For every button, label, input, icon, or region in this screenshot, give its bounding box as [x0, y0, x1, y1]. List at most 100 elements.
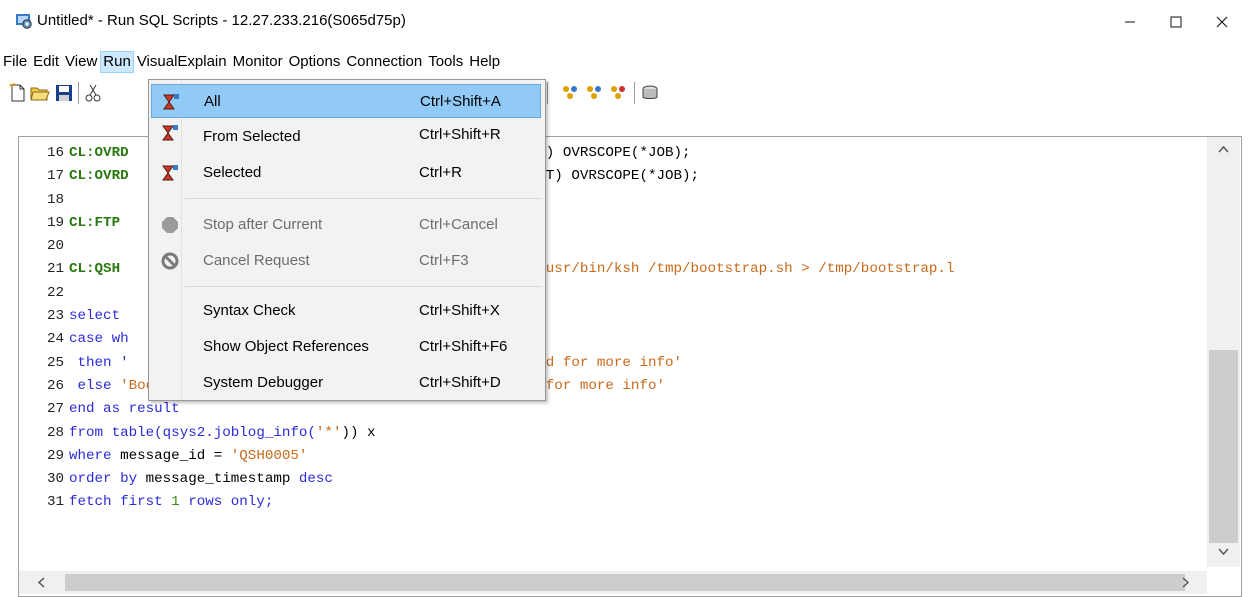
code-token: select — [69, 308, 121, 325]
menu-item-system-debugger[interactable]: System Debugger Ctrl+Shift+D — [151, 366, 541, 400]
app-icon — [16, 14, 32, 29]
code-line: 27 end as result — [19, 398, 954, 421]
toolbar-separator — [78, 82, 79, 104]
maximize-button[interactable] — [1153, 0, 1199, 44]
line-text: from table(qsys2.joblog_info('*')) x — [69, 422, 376, 445]
code-token: )) x — [341, 424, 376, 441]
menu-separator — [185, 286, 541, 287]
line-number: 30 — [46, 471, 64, 488]
code-token: rows only; — [179, 494, 274, 511]
horizontal-scrollbar[interactable] — [19, 571, 1207, 594]
code-token: '*' — [315, 424, 342, 441]
line-text: select — [69, 305, 120, 328]
menu-run[interactable]: Run — [100, 51, 134, 73]
code-token: message_timestamp — [145, 471, 299, 488]
scroll-up-icon[interactable] — [1218, 145, 1229, 153]
menu-item-selected[interactable]: Selected Ctrl+R — [151, 156, 541, 190]
menu-separator — [185, 198, 541, 199]
menu-item-syntax-check[interactable]: Syntax Check Ctrl+Shift+X — [151, 294, 541, 328]
visual-explain-icon[interactable] — [561, 83, 581, 103]
code-line: 30 order by message_timestamp desc — [19, 468, 954, 491]
code-token: then ' — [69, 354, 129, 371]
code-token: message_id = — [120, 447, 231, 464]
code-token: case wh — [69, 331, 129, 348]
menu-item-from-selected[interactable]: From Selected Ctrl+Shift+R — [151, 120, 541, 154]
code-token: fetch first — [69, 494, 172, 511]
menu-edit[interactable]: Edit — [30, 51, 62, 73]
line-number: 16 — [46, 145, 64, 161]
close-icon — [1216, 16, 1228, 28]
code-line: 28 from table(qsys2.joblog_info('*')) x — [19, 422, 954, 445]
scroll-right-icon[interactable] — [1182, 577, 1190, 588]
menu-item-cancel-request[interactable]: Cancel Request Ctrl+F3 — [151, 244, 541, 278]
menu-bar: File Edit View Run VisualExplain Monitor Optio… — [0, 50, 503, 74]
line-number: 26 — [46, 377, 64, 394]
line-number: 28 — [46, 424, 64, 441]
line-number: 20 — [46, 238, 64, 255]
line-number: 31 — [46, 494, 64, 511]
title-bar: Untitled* - Run SQL Scripts - 12.27.233.… — [0, 0, 1248, 46]
line-text: case wh — [69, 328, 129, 351]
run-from-selected-icon — [162, 125, 178, 141]
save-icon[interactable] — [54, 83, 74, 103]
run-all-icon — [163, 94, 179, 110]
menu-item-run-all[interactable]: All Ctrl+Shift+A — [151, 84, 541, 118]
close-button[interactable] — [1199, 0, 1245, 44]
line-text: end as result — [69, 398, 180, 421]
line-number: 23 — [46, 308, 64, 325]
scroll-down-icon[interactable] — [1218, 548, 1229, 556]
menu-visualexplain[interactable]: VisualExplain — [134, 51, 230, 73]
code-token: end as result — [69, 401, 180, 418]
horizontal-scroll-thumb[interactable] — [65, 574, 1185, 591]
minimize-icon — [1125, 21, 1135, 23]
database-icon[interactable] — [640, 83, 660, 103]
menu-help[interactable]: Help — [466, 51, 503, 73]
code-token: 1 — [171, 494, 180, 511]
vertical-scroll-thumb[interactable] — [1209, 350, 1238, 543]
line-text: fetch first 1 rows only; — [69, 491, 273, 514]
line-number: 24 — [46, 331, 64, 348]
line-number: 29 — [46, 447, 64, 464]
menu-monitor[interactable]: Monitor — [230, 51, 286, 73]
menu-file[interactable]: File — [0, 51, 30, 73]
open-folder-icon[interactable] — [30, 83, 50, 103]
code-token: where — [69, 447, 121, 464]
run-and-explain-icon[interactable] — [609, 83, 629, 103]
code-line: 31 fetch first 1 rows only; — [19, 491, 954, 514]
window-title: Untitled* - Run SQL Scripts - 12.27.233.… — [37, 12, 406, 29]
toolbar-separator — [547, 82, 548, 104]
new-file-icon[interactable] — [8, 83, 28, 103]
code-token: desc — [298, 471, 333, 488]
run-menu-dropdown: All Ctrl+Shift+A From Selected Ctrl+Shif… — [148, 79, 546, 401]
toolbar-separator — [634, 82, 635, 104]
line-text: CL:FTP — [69, 212, 120, 235]
code-token: table(qsys2.joblog_info( — [111, 424, 316, 441]
menu-options[interactable]: Options — [286, 51, 344, 73]
code-token: from — [69, 424, 112, 441]
line-number: 19 — [46, 214, 64, 231]
cancel-icon — [161, 252, 179, 270]
scroll-left-icon[interactable] — [37, 577, 45, 588]
maximize-icon — [1170, 16, 1182, 28]
line-number: 21 — [46, 261, 64, 278]
menu-tools[interactable]: Tools — [425, 51, 466, 73]
stop-icon — [162, 217, 178, 233]
code-token: else — [69, 377, 121, 394]
code-line: 29 where message_id = 'QSH0005' — [19, 445, 954, 468]
vertical-scrollbar[interactable] — [1207, 137, 1240, 567]
code-token: CL:OVRD — [69, 168, 129, 185]
code-token: order by — [69, 471, 146, 488]
line-text: order by message_timestamp desc — [69, 468, 333, 491]
menu-connection[interactable]: Connection — [343, 51, 425, 73]
menu-view[interactable]: View — [62, 51, 100, 73]
minimize-button[interactable] — [1107, 0, 1153, 44]
line-number: 17 — [46, 168, 64, 185]
explain-only-icon[interactable] — [585, 83, 605, 103]
code-token: 'QSH0005' — [230, 447, 308, 464]
cut-icon[interactable] — [84, 83, 104, 103]
line-number: 22 — [46, 284, 64, 301]
line-text: where message_id = 'QSH0005' — [69, 445, 307, 468]
menu-item-stop-after-current[interactable]: Stop after Current Ctrl+Cancel — [151, 208, 541, 242]
menu-item-show-object-references[interactable]: Show Object References Ctrl+Shift+F6 — [151, 330, 541, 364]
line-number: 18 — [46, 191, 64, 208]
